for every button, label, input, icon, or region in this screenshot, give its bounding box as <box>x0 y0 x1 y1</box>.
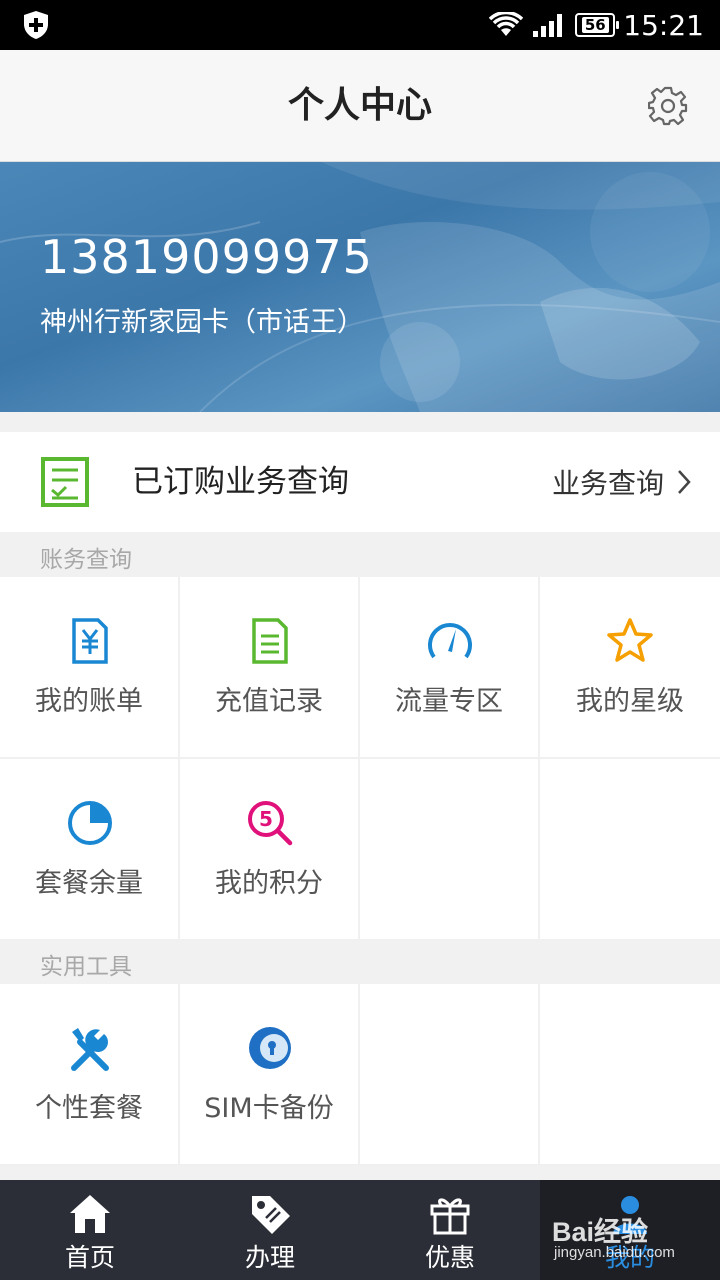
tab-home[interactable]: 首页 <box>0 1180 180 1280</box>
home-icon <box>70 1195 110 1233</box>
service-query-label: 业务查询 <box>551 467 664 500</box>
star-icon <box>607 618 653 662</box>
bottom-tab-bar: 首页 办理 优惠 我的 <box>0 1180 720 1280</box>
ordered-services-label: 已订购业务查询 <box>132 464 349 500</box>
grid-item-sim-backup[interactable]: SIM卡备份 <box>180 984 360 1166</box>
yuan-bill-icon <box>72 618 108 664</box>
section-label-tools: 实用工具 <box>40 954 132 980</box>
account-banner: 13819099975 神州行新家园卡（市话王） <box>0 162 720 412</box>
points-badge: 5 <box>259 807 273 831</box>
grid-item-label: SIM卡备份 <box>204 1093 334 1124</box>
tab-label: 办理 <box>244 1243 295 1272</box>
billing-grid: 我的账单 充值记录 流量专区 我的星级 套餐余量 5 我的积分 <box>0 577 720 941</box>
grid-item-empty <box>540 759 720 941</box>
grid-item-my-star[interactable]: 我的星级 <box>540 577 720 759</box>
section-label-billing: 账务查询 <box>40 547 132 573</box>
grid-item-my-bill[interactable]: 我的账单 <box>0 577 180 759</box>
page-title: 个人中心 <box>287 85 432 126</box>
tools-icon <box>71 1028 109 1071</box>
tab-label: 首页 <box>64 1243 115 1272</box>
grid-item-custom-package[interactable]: 个性套餐 <box>0 984 180 1166</box>
wifi-icon <box>489 12 524 36</box>
grid-item-recharge-record[interactable]: 充值记录 <box>180 577 360 759</box>
tools-grid: 个性套餐 SIM卡备份 <box>0 984 720 1166</box>
points-search-icon: 5 <box>248 801 293 846</box>
pie-chart-icon <box>68 801 112 845</box>
status-bar: 56 15:21 <box>0 0 720 50</box>
order-list-icon <box>41 457 89 507</box>
tab-offers[interactable]: 优惠 <box>360 1180 540 1280</box>
plan-name: 神州行新家园卡（市话王） <box>40 307 364 338</box>
grid-item-label: 套餐余量 <box>35 868 143 899</box>
battery-icon: 56 <box>575 13 620 37</box>
gift-icon <box>430 1198 470 1235</box>
grid-item-label: 我的星级 <box>576 686 684 717</box>
user-icon <box>613 1196 647 1234</box>
title-bar: 个人中心 <box>0 50 720 162</box>
grid-item-empty <box>540 984 720 1166</box>
grid-item-label: 个性套餐 <box>35 1093 143 1124</box>
world-map-background <box>0 162 720 412</box>
recharge-record-icon <box>252 618 288 664</box>
battery-level: 56 <box>581 17 609 33</box>
service-query-link[interactable]: 业务查询 <box>552 432 692 532</box>
grid-item-data-zone[interactable]: 流量专区 <box>360 577 540 759</box>
speedometer-icon <box>428 623 472 659</box>
grid-item-label: 我的积分 <box>215 868 323 899</box>
tab-label: 我的 <box>604 1243 655 1272</box>
ordered-services-row[interactable]: 已订购业务查询 业务查询 <box>0 432 720 532</box>
tag-icon <box>252 1196 290 1234</box>
signal-icon <box>533 14 563 37</box>
grid-item-label: 我的账单 <box>35 686 143 717</box>
chevron-right-icon <box>678 470 691 494</box>
phone-number: 13819099975 <box>40 230 373 284</box>
shield-icon <box>24 11 48 39</box>
grid-item-empty <box>360 759 540 941</box>
tab-mine[interactable]: 我的 <box>540 1180 720 1280</box>
grid-item-package-balance[interactable]: 套餐余量 <box>0 759 180 941</box>
grid-item-label: 流量专区 <box>395 686 503 717</box>
grid-item-my-points[interactable]: 5 我的积分 <box>180 759 360 941</box>
tab-handle[interactable]: 办理 <box>180 1180 360 1280</box>
sim-backup-icon <box>249 1027 291 1069</box>
grid-item-label: 充值记录 <box>215 686 323 717</box>
tab-label: 优惠 <box>424 1243 475 1272</box>
grid-item-empty <box>360 984 540 1166</box>
gear-icon[interactable] <box>648 86 688 126</box>
clock: 15:21 <box>623 8 704 42</box>
